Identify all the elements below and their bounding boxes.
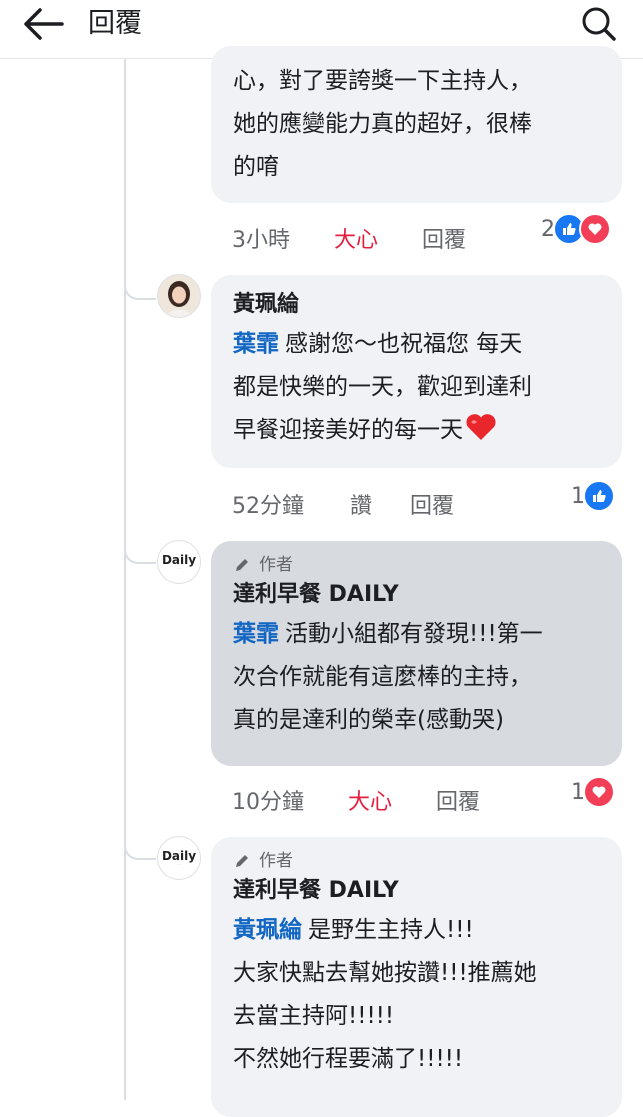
profile-photo [158,275,200,317]
comment-text-line: 次合作就能有這麼棒的主持， [233,664,532,690]
reaction-summary[interactable]: 2 [541,213,611,245]
heart-icon [583,776,615,808]
thread-branch [124,278,156,300]
reaction-summary[interactable]: 1 [571,776,615,808]
comment-author[interactable]: 黃珮綸 [233,287,600,323]
comment-text-line: 去當主持阿!!!!! [233,1003,395,1029]
comment-text-line: 的唷 [233,154,279,180]
comment-bubble-highlighted[interactable]: 作者 達利早餐 DAILY 葉霏 活動小組都有發現!!!第一 次合作就能有這麼棒的… [211,541,622,766]
comment-bubble[interactable]: 心，對了要誇獎一下主持人， 她的應變能力真的超好，很棒 的唷 [211,46,622,203]
avatar[interactable]: Daily ····· [157,540,201,584]
author-badge: 作者 [233,849,600,873]
heart-icon [579,213,611,245]
comment-text-line: 真的是達利的榮幸(感動哭) [233,707,504,733]
comment-text-line: 黃珮綸 是野生主持人!!! [233,909,600,952]
avatar[interactable] [157,274,201,318]
comment-text: 是野生主持人!!! [308,917,474,943]
comment-text-line: 她的應變能力真的超好，很棒 [233,111,532,137]
comment-text-line: 葉霏 感謝您～也祝福您 每天 [233,323,600,366]
reply-button[interactable]: 回覆 [436,784,480,816]
reply-button[interactable]: 回覆 [410,488,454,520]
avatar-logo-sub: ····· [176,861,182,866]
page-title: 回覆 [88,8,142,39]
thread-branch [124,838,156,860]
comment-text: 早餐迎接美好的每一天 [233,417,463,443]
reaction-button[interactable]: 大心 [334,222,378,254]
comment-text-line: 葉霏 活動小組都有發現!!!第一 [233,613,600,656]
pencil-icon [236,559,248,571]
comment-text: 感謝您～也祝福您 每天 [285,331,523,357]
search-button[interactable] [576,2,620,46]
comment-time: 3小時 [232,228,290,253]
like-icon [583,480,615,512]
comment-time: 10分鐘 [232,790,304,815]
comment-text-line: 早餐迎接美好的每一天 [233,409,600,456]
avatar-logo-text: Daily [161,848,197,863]
mention-link[interactable]: 葉霏 [233,331,279,357]
reaction-summary[interactable]: 1 [571,480,615,512]
mention-link[interactable]: 葉霏 [233,621,279,647]
comment-meta: 3小時 大心 回覆 [232,222,512,254]
like-button[interactable]: 讚 [350,488,372,520]
comment-author[interactable]: 達利早餐 DAILY [233,577,600,613]
comment-text-line: 大家快點去幫她按讚!!!推薦她 [233,960,537,986]
comment-author[interactable]: 達利早餐 DAILY [233,873,600,909]
avatar[interactable]: Daily ····· [157,836,201,880]
author-badge-label: 作者 [259,851,293,871]
comment-text-line: 都是快樂的一天，歡迎到達利 [233,374,532,400]
comment-text-line: 不然她行程要滿了!!!!! [233,1046,464,1072]
comment-text-line: 心，對了要誇獎一下主持人， [233,68,532,94]
comment-meta: 52分鐘 讚 回覆 [232,488,532,520]
comment-time: 52分鐘 [232,494,304,519]
arrow-left-icon [24,8,64,40]
comment-bubble[interactable]: 黃珮綸 葉霏 感謝您～也祝福您 每天 都是快樂的一天，歡迎到達利 早餐迎接美好的每… [211,275,622,468]
thread-line [124,59,126,1100]
comment-bubble[interactable]: 作者 達利早餐 DAILY 黃珮綸 是野生主持人!!! 大家快點去幫她按讚!!!推… [211,837,622,1117]
thread-branch [124,542,156,564]
search-icon [582,7,616,41]
author-badge: 作者 [233,553,600,577]
comment-text: 活動小組都有發現!!!第一 [285,621,543,647]
author-badge-label: 作者 [259,555,293,575]
reply-button[interactable]: 回覆 [422,222,466,254]
pencil-icon [236,855,248,867]
comment-meta: 10分鐘 大心 回覆 [232,784,532,816]
mention-link[interactable]: 黃珮綸 [233,917,302,943]
avatar-logo-sub: ····· [176,565,182,570]
reaction-button[interactable]: 大心 [348,784,392,816]
heart-emoji [465,413,497,456]
avatar-logo-text: Daily [161,552,197,567]
back-button[interactable] [22,4,66,44]
